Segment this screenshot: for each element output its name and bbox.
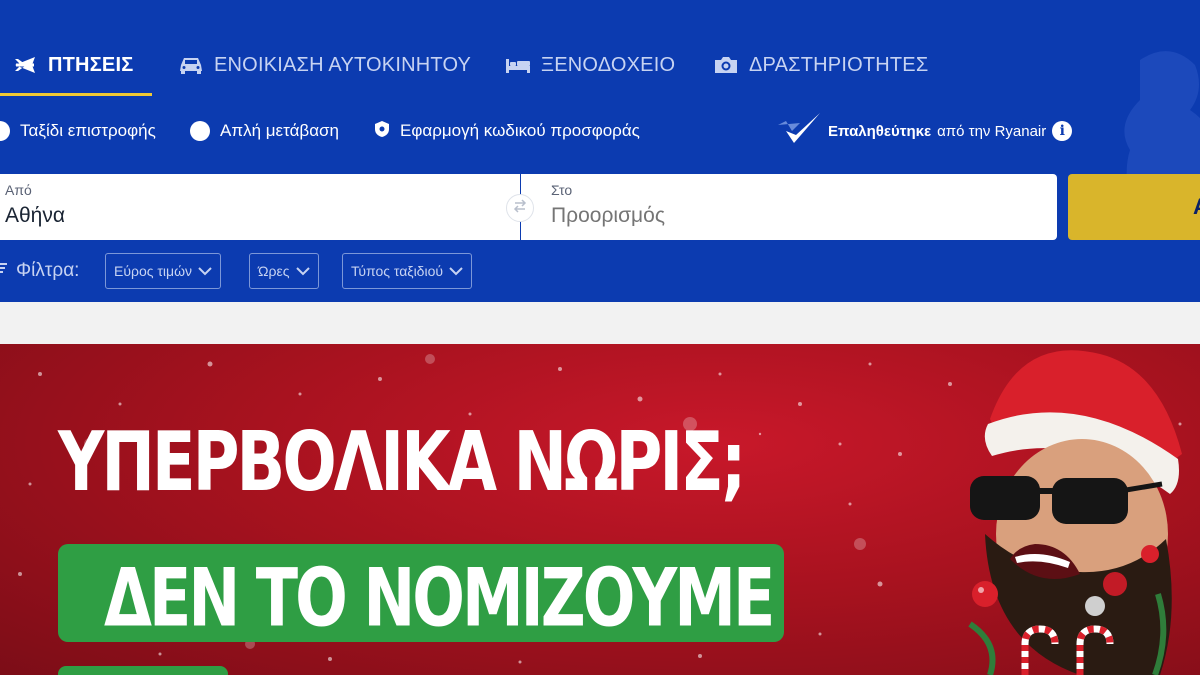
search-button-label: Α <box>1193 194 1200 220</box>
one-way-radio[interactable]: Απλή μετάβαση <box>190 116 339 146</box>
tab-car-rental-label: ΕΝΟΙΚΙΑΣΗ ΑΥΤΟΚΙΝΗΤΟΥ <box>214 53 472 76</box>
radio-return[interactable] <box>0 121 10 141</box>
filter-price-range[interactable]: Εύρος τιμών <box>105 253 222 289</box>
return-trip-radio[interactable]: Ταξίδι επιστροφής <box>0 116 156 146</box>
swap-airports-button[interactable] <box>506 194 534 222</box>
filters-heading: Φίλτρα: <box>0 258 79 284</box>
tab-activities[interactable]: ΔΡΑΣΤΗΡΙΟΤΗΤΕΣ <box>713 48 928 82</box>
filters-bar: Φίλτρα: Εύρος τιμών Ώρες Τύπος ταξιδιού <box>0 253 600 289</box>
return-trip-label: Ταξίδι επιστροφής <box>20 121 156 140</box>
section-divider <box>0 302 1200 344</box>
tab-hotel[interactable]: ΞΕΝΟΔΟΧΕΙΟ <box>505 48 675 82</box>
radio-one-way[interactable] <box>190 121 210 141</box>
chevron-down-icon <box>198 263 212 279</box>
banner-headline: ΥΠΕΡΒΟΛΙΚΑ ΝΩΡΙΣ; <box>58 416 746 511</box>
origin-field[interactable]: Από <box>0 174 520 240</box>
filter-times[interactable]: Ώρες <box>249 253 319 289</box>
filter-price-range-label: Εύρος τιμών <box>114 263 193 279</box>
tab-flights[interactable]: ΠΤΗΣΕΙΣ <box>12 48 133 82</box>
banner-cta-button[interactable] <box>58 666 228 675</box>
filter-trip-type[interactable]: Τύπος ταξιδιού <box>342 253 473 289</box>
tab-activities-label: ΔΡΑΣΤΗΡΙΟΤΗΤΕΣ <box>749 53 929 76</box>
destination-input[interactable] <box>551 204 1031 228</box>
promo-code-label: Εφαρμογή κωδικού προσφοράς <box>400 121 640 140</box>
filters-label: Φίλτρα: <box>16 260 80 281</box>
camera-icon <box>713 54 739 76</box>
promo-code-link[interactable]: Εφαρμογή κωδικού προσφοράς <box>374 116 640 146</box>
verified-check-icon <box>776 111 822 151</box>
one-way-label: Απλή μετάβαση <box>220 121 339 140</box>
filter-trip-type-label: Τύπος ταξιδιού <box>351 263 444 279</box>
product-tabs: ΠΤΗΣΕΙΣ ΕΝΟΙΚΙΑΣΗ ΑΥΤΟΚΙΝΗΤΟΥ ΞΕΝΟΔΟΧΕΙΟ… <box>0 0 1000 96</box>
info-icon[interactable]: i <box>1052 121 1073 141</box>
trip-options: Ταξίδι επιστροφής Απλή μετάβαση Εφαρμογή… <box>0 113 1100 146</box>
active-tab-indicator <box>0 93 152 96</box>
destination-field[interactable]: Στο <box>521 174 1057 240</box>
page: ΠΤΗΣΕΙΣ ΕΝΟΙΚΙΑΣΗ ΑΥΤΟΚΙΝΗΤΟΥ ΞΕΝΟΔΟΧΕΙΟ… <box>0 0 1200 675</box>
verified-rest-text: από την Ryanair <box>937 122 1047 140</box>
origin-label: Από <box>5 182 32 198</box>
search-button[interactable]: Α <box>1068 174 1200 240</box>
filter-lines-icon <box>0 260 8 282</box>
chevron-down-icon <box>449 263 463 279</box>
verified-badge: Επαληθεύτηκε από την Ryanair i <box>776 113 1073 146</box>
tab-hotel-label: ΞΕΝΟΔΟΧΕΙΟ <box>541 53 676 76</box>
verified-bold-text: Επαληθεύτηκε <box>828 122 932 140</box>
swap-arrows-icon <box>511 197 529 220</box>
destination-label: Στο <box>551 182 573 198</box>
tab-flights-label: ΠΤΗΣΕΙΣ <box>48 53 134 76</box>
car-icon <box>178 54 204 76</box>
chevron-down-icon <box>295 263 310 279</box>
plane-icon <box>12 54 38 76</box>
origin-input[interactable] <box>5 204 485 228</box>
flight-search-panel: ΠΤΗΣΕΙΣ ΕΝΟΙΚΙΑΣΗ ΑΥΤΟΚΙΝΗΤΟΥ ΞΕΝΟΔΟΧΕΙΟ… <box>0 0 1200 302</box>
banner-subheadline: ΔΕΝ ΤΟ ΝΟΜΙΖΟΥΜΕ <box>104 550 775 645</box>
tab-car-rental[interactable]: ΕΝΟΙΚΙΑΣΗ ΑΥΤΟΚΙΝΗΤΟΥ <box>178 48 471 82</box>
filter-times-label: Ώρες <box>258 263 290 279</box>
santa-hat-man-illustration <box>968 350 1182 675</box>
shield-icon <box>374 120 390 143</box>
promo-banner[interactable]: ΥΠΕΡΒΟΛΙΚΑ ΝΩΡΙΣ; ΔΕΝ ΤΟ ΝΟΜΙΖΟΥΜΕ <box>0 344 1200 675</box>
bed-icon <box>505 54 531 76</box>
